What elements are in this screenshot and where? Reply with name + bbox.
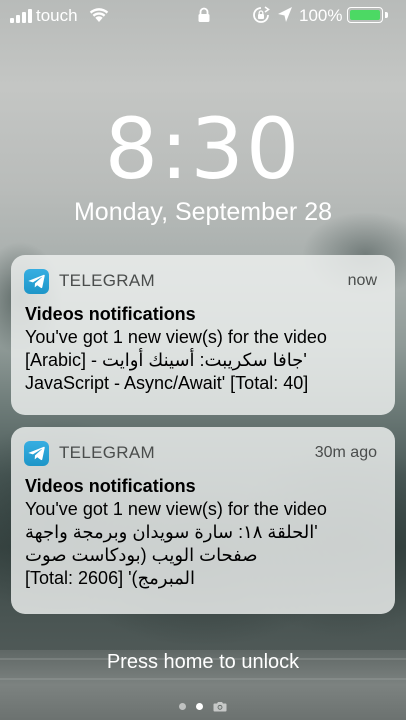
location-arrow-icon xyxy=(277,6,293,29)
notification-message-line: JavaScript - Async/Await' [Total: 40] xyxy=(25,373,309,393)
notification-app-name: TELEGRAM xyxy=(59,443,155,462)
notification-header: TELEGRAM now xyxy=(24,268,377,294)
notification-header: TELEGRAM 30m ago xyxy=(24,440,377,466)
wifi-icon xyxy=(88,5,110,28)
telegram-icon xyxy=(24,268,49,294)
notification-message-line: صفحات الويب (بودكاست صوت xyxy=(25,545,258,565)
lock-icon xyxy=(197,7,211,28)
notification-body: Videos notifications You've got 1 new vi… xyxy=(25,475,379,590)
notification-title: Videos notifications xyxy=(25,304,196,324)
rotation-lock-icon xyxy=(252,6,270,29)
notification-time: 30m ago xyxy=(314,444,377,461)
lock-screen-time: 8:30 xyxy=(104,100,302,198)
telegram-icon xyxy=(24,440,49,466)
status-bar: touch 100% xyxy=(0,0,406,32)
notification-card[interactable]: TELEGRAM 30m ago Videos notifications Yo… xyxy=(11,427,395,614)
notification-app-name: TELEGRAM xyxy=(59,271,155,290)
signal-icon xyxy=(10,9,32,23)
lock-screen-date: Monday, September 28 xyxy=(73,198,333,226)
page-dot-active[interactable] xyxy=(196,702,203,710)
unlock-hint: Press home to unlock xyxy=(106,651,300,673)
battery-percentage: 100% xyxy=(299,6,343,25)
notification-message-line: 'جافا سكريبت: أسينك أوايت - [Arabic] xyxy=(25,350,307,370)
notification-message-line: You've got 1 new view(s) for the video xyxy=(25,327,327,347)
battery-icon xyxy=(347,7,383,23)
notification-message-line: You've got 1 new view(s) for the video xyxy=(25,499,327,519)
page-indicator[interactable] xyxy=(0,699,406,713)
notification-time: now xyxy=(347,272,377,289)
notification-message-line: 'الحلقة ١٨: سارة سويدان وبرمجة واجهة xyxy=(25,522,318,542)
notification-title: Videos notifications xyxy=(25,476,196,496)
battery-cap xyxy=(385,12,388,18)
notification-message-line: المبرمج)' [Total: 2606] xyxy=(25,568,196,588)
page-dot[interactable] xyxy=(179,702,186,710)
carrier-name: touch xyxy=(36,6,78,25)
notification-body: Videos notifications You've got 1 new vi… xyxy=(25,303,379,395)
battery-level-fill xyxy=(350,10,380,20)
notification-card[interactable]: TELEGRAM now Videos notifications You've… xyxy=(11,255,395,415)
camera-icon[interactable] xyxy=(213,701,227,712)
lock-screen: touch 100% 8:30 Monday, September 28 TEL… xyxy=(0,0,406,720)
